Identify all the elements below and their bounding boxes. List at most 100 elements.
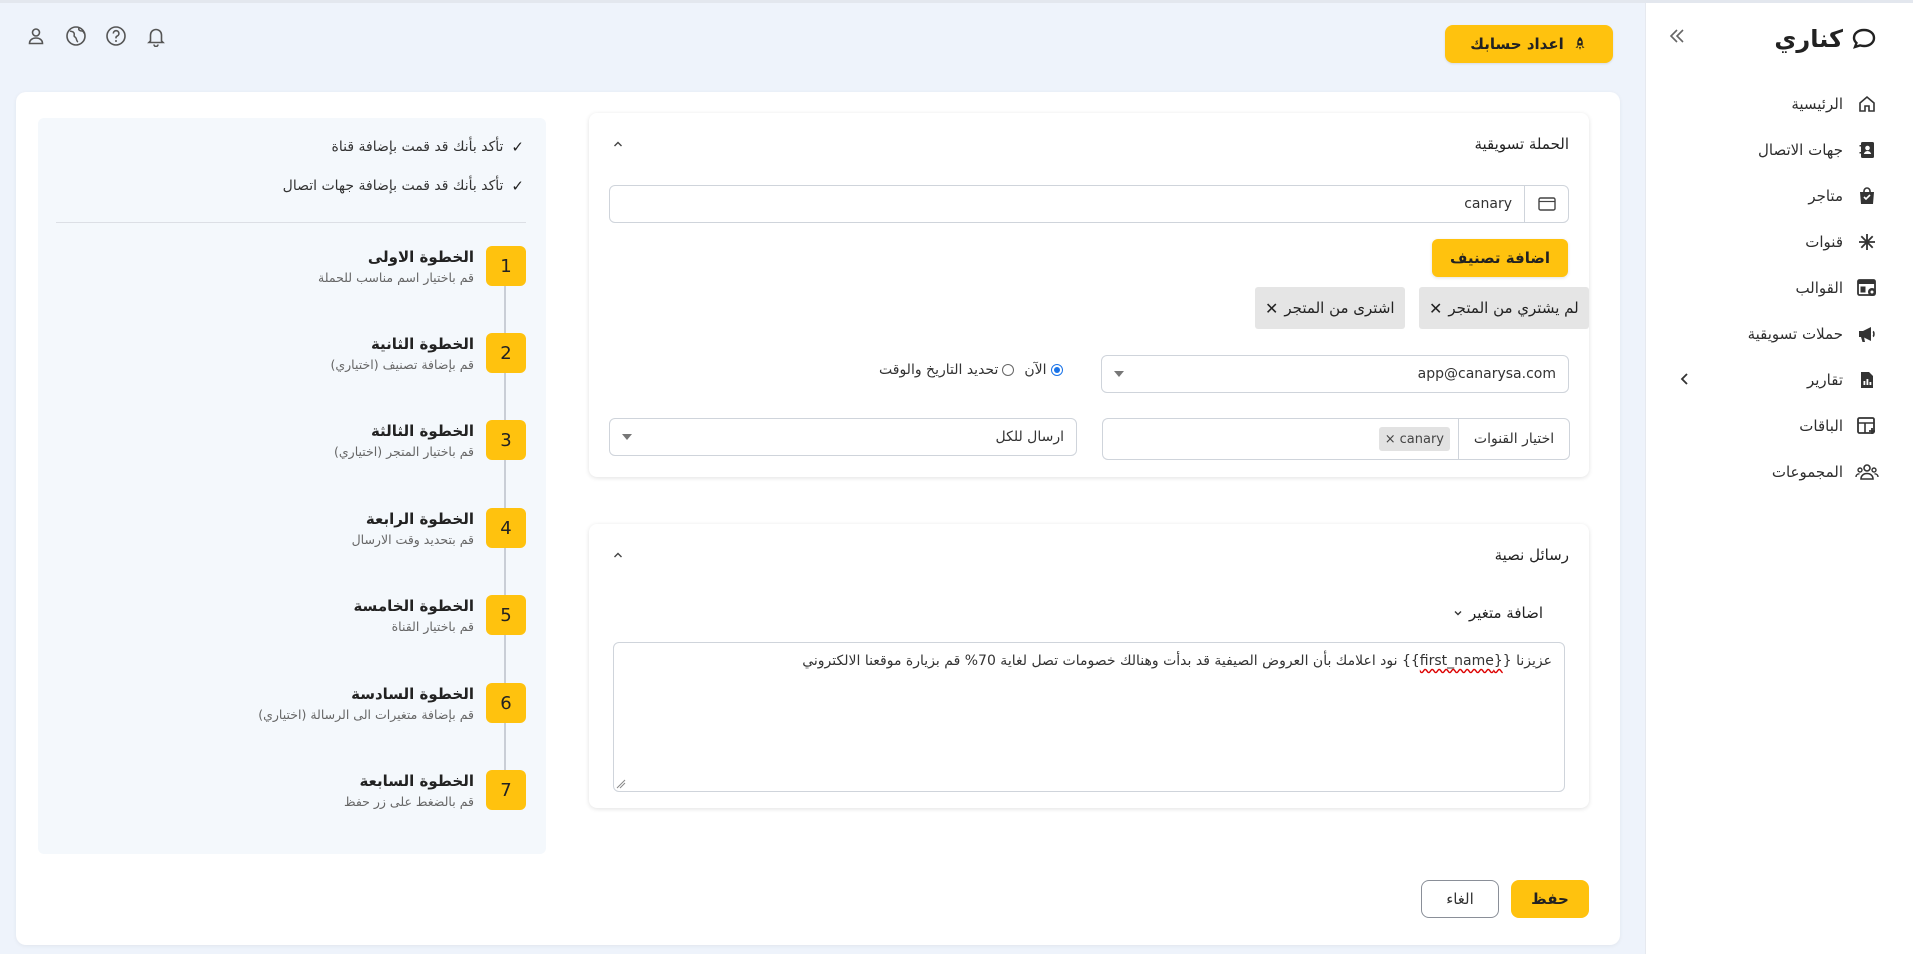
radio-now-label: الآن [1024,362,1047,378]
step-2: 2 الخطوة الثانية قم بإضافة تصنيف (اختياري… [330,333,526,393]
brand-name: كناري [1774,25,1843,53]
packages-table-icon [1855,414,1879,438]
channels-input[interactable]: × canary [1102,418,1458,460]
window-icon [1537,197,1556,211]
radio-now[interactable]: الآن [1024,362,1063,378]
shopping-bag-icon [1855,184,1879,208]
close-icon[interactable]: ✕ [1265,299,1278,318]
sidebar-item-channels[interactable]: قنوات [1645,219,1913,265]
speech-bubble-logo-icon [1852,28,1876,49]
tag-label: لم يشتري من المتجر [1448,299,1579,317]
rocket-icon [1575,37,1585,50]
cancel-button[interactable]: الغاء [1421,880,1499,918]
check-text: تأكد بأنك قد قمت بإضافة قناة [331,139,504,155]
megaphone-icon [1855,322,1879,346]
tag-label: اشترى من المتجر [1284,299,1395,317]
send-to-value: ارسال للكل [995,429,1064,445]
sender-email-value: app@canarysa.com [1417,366,1556,382]
sidebar-item-label: جهات الاتصال [1757,141,1843,159]
check-contacts: ✓ تأكد بأنك قد قمت بإضافة جهات اتصال [283,177,524,195]
message-variable: {first_name [1419,653,1503,669]
step-3: 3 الخطوة الثالثة قم باختيار المتجر (اختيا… [334,420,526,480]
sidebar-item-home[interactable]: الرئيسية [1645,81,1913,127]
remove-chip-icon[interactable]: × [1385,432,1396,447]
step-number: 7 [486,770,526,810]
add-category-button[interactable]: اضافة تصنيف [1432,239,1568,277]
sidebar-item-campaigns[interactable]: حملات تسويقية [1645,311,1913,357]
sidebar-item-label: حملات تسويقية [1747,325,1843,343]
step-number: 4 [486,508,526,548]
text-messages-card: رسائل نصية اضافة متغير عزيزنا {{first_na… [589,524,1589,808]
chevron-up-icon[interactable] [611,137,625,151]
caret-down-icon [1114,371,1124,377]
channels-select[interactable]: اختيار القنوات × canary [1102,418,1570,460]
channel-chip: × canary [1378,427,1450,451]
chevron-up-icon[interactable] [611,548,625,562]
sms-title: رسائل نصية [1494,546,1569,564]
sidebar: كناري الرئيسية جهات الاتصال متاجر قنوات … [1645,3,1913,954]
add-variable-dropdown[interactable]: اضافة متغير [1453,604,1543,622]
step-title: الخطوة الخامسة [353,597,474,615]
sidebar-item-packages[interactable]: الباقات [1645,403,1913,449]
sidebar-item-contacts[interactable]: جهات الاتصال [1645,127,1913,173]
field-addon [1524,186,1568,222]
step-desc: قم باختيار القناة [391,619,474,634]
tag-chip-purchased: اشترى من المتجر ✕ [1255,287,1405,329]
sidebar-item-reports[interactable]: تقارير [1645,357,1913,403]
home-icon [1855,92,1879,116]
top-icons [24,24,168,48]
message-textarea[interactable]: عزيزنا {{first_name}} نود اعلامك بأن الع… [613,642,1565,792]
close-icon[interactable]: ✕ [1429,299,1442,318]
sidebar-item-templates[interactable]: القوالب [1645,265,1913,311]
campaign-name-field[interactable]: canary [609,185,1569,223]
tag-chip-not-purchased: لم يشتري من المتجر ✕ [1419,287,1589,329]
sidebar-item-groups[interactable]: المجموعات [1645,449,1913,495]
channel-chip-label: canary [1399,431,1444,447]
help-icon[interactable] [104,24,128,48]
radio-unchecked-icon[interactable] [1002,364,1015,376]
check-icon: ✓ [511,138,524,156]
steps-panel: ✓ تأكد بأنك قد قمت بإضافة قناة ✓ تأكد بأ… [38,118,546,854]
asterisk-icon [1855,230,1879,254]
brand[interactable]: كناري [1774,25,1877,53]
send-time-radio-group: الآن تحديد التاريخ والوقت [879,362,1063,378]
bell-icon[interactable] [144,24,168,48]
step-4: 4 الخطوة الرابعة قم بتحديد وقت الارسال [352,508,526,568]
radio-schedule[interactable]: تحديد التاريخ والوقت [879,362,1015,378]
top-border [0,0,1913,3]
divider [56,222,526,223]
save-button[interactable]: حفظ [1511,880,1589,918]
resize-handle-icon[interactable] [616,779,626,789]
step-title: الخطوة السابعة [359,772,474,790]
step-number: 6 [486,683,526,723]
step-desc: قم بإضافة تصنيف (اختياري) [330,357,474,372]
chevron-left-icon[interactable] [1675,369,1695,389]
message-suffix: }} نود اعلامك بأن العروض الصيفية قد بدأت… [802,653,1420,669]
campaign-card: الحملة تسويقية canary اضافة تصنيف لم يشت… [589,113,1589,477]
sidebar-item-stores[interactable]: متاجر [1645,173,1913,219]
sidebar-item-label: الرئيسية [1791,95,1843,113]
setup-account-button[interactable]: اعداد حسابك [1445,25,1613,63]
report-file-icon [1855,368,1879,392]
campaign-name-input[interactable]: canary [610,186,1524,222]
sidebar-nav: الرئيسية جهات الاتصال متاجر قنوات القوال… [1645,81,1913,495]
step-number: 5 [486,595,526,635]
step-desc: قم بتحديد وقت الارسال [351,532,474,547]
sender-email-select[interactable]: app@canarysa.com [1101,355,1569,393]
step-desc: قم باختيار اسم مناسب للحملة [318,270,474,285]
campaign-title: الحملة تسويقية [1474,135,1569,153]
sidebar-item-label: متاجر [1808,187,1843,205]
step-desc: قم بإضافة متغيرات الى الرسالة (اختياري) [258,707,474,722]
globe-icon[interactable] [64,24,88,48]
add-variable-label: اضافة متغير [1468,604,1543,622]
send-to-select[interactable]: ارسال للكل [609,418,1077,456]
step-number: 2 [486,333,526,373]
radio-checked-icon[interactable] [1050,364,1063,376]
check-channel: ✓ تأكد بأنك قد قمت بإضافة قناة [332,138,524,156]
sidebar-item-label: الباقات [1799,417,1843,435]
user-icon[interactable] [24,24,48,48]
check-text: تأكد بأنك قد قمت بإضافة جهات اتصال [282,178,504,194]
step-number: 1 [486,246,526,286]
step-7: 7 الخطوة السابعة قم بالضغط على زر حفظ [344,770,526,830]
collapse-sidebar-icon[interactable] [1666,25,1688,47]
